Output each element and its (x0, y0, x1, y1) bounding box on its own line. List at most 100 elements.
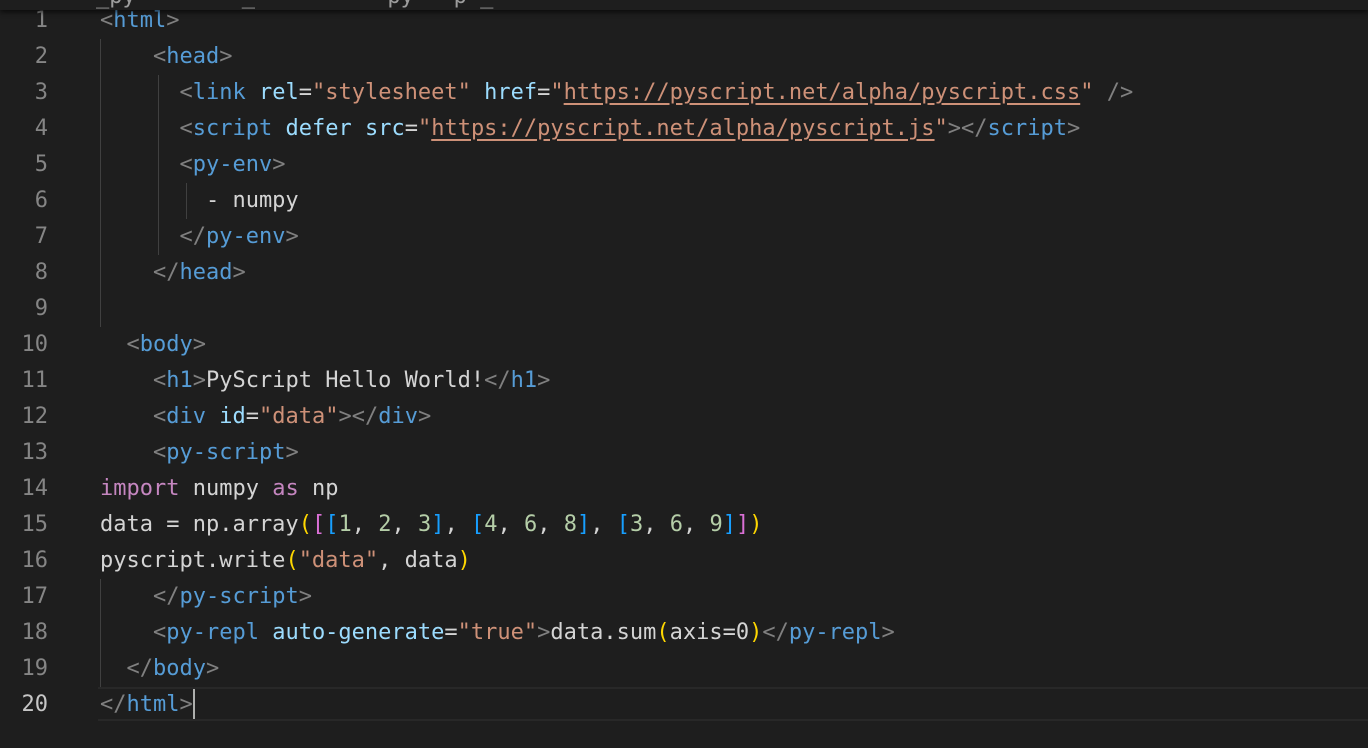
code-line-content: <script defer src="https://pyscript.net/… (100, 111, 1080, 147)
code-token: [ (325, 512, 339, 537)
code-token: = (298, 80, 312, 105)
code-token: PyScript Hello World! (205, 368, 485, 393)
line-number: 10 (21, 332, 49, 357)
code-token: ] (431, 512, 445, 537)
code-token: > (205, 656, 220, 681)
code-token: 2 (378, 512, 392, 537)
code-token: ) (749, 620, 763, 645)
code-token: ></ (947, 116, 988, 141)
code-token: ( (285, 548, 299, 573)
line-number: 11 (21, 368, 49, 393)
code-token: "data" (298, 548, 379, 573)
code-token: = (404, 116, 418, 141)
code-token: html (126, 692, 180, 717)
code-token: py-env (192, 152, 273, 177)
code-token: > (192, 332, 206, 357)
line-number: 17 (21, 584, 49, 609)
code-token: id (219, 404, 246, 429)
line-number: 5 (34, 152, 48, 177)
code-token: ] (735, 512, 750, 537)
code-token: pyscript.write (100, 548, 286, 573)
code-token: " (1080, 80, 1094, 105)
code-token: link (192, 80, 246, 105)
code-line-content: <py-repl auto-generate="true">data.sum(a… (100, 615, 895, 651)
code-token: [ (311, 512, 326, 537)
code-line-content: <head> (100, 39, 232, 75)
code-token: "stylesheet" (311, 80, 471, 105)
code-token: h1 (166, 368, 193, 393)
line-number: 8 (34, 260, 48, 285)
code-token: head (179, 260, 233, 285)
code-editor[interactable]: _py _ py p _ 1<html>2 <head>3 <link rel=… (0, 0, 1368, 748)
code-token: py-script (179, 584, 299, 609)
code-token: ( (298, 512, 312, 537)
code-token: div (378, 404, 418, 429)
code-token: data.sum (550, 620, 657, 645)
code-token: > (285, 224, 299, 249)
code-token: < (152, 404, 167, 429)
code-token: > (881, 620, 895, 645)
code-token: , (643, 512, 670, 537)
code-token: 3 (629, 512, 644, 537)
code-token: 4 (484, 512, 498, 537)
line-number: 12 (21, 404, 49, 429)
code-token: , (497, 512, 524, 537)
code-token: script (987, 116, 1068, 141)
code-token: py-env (205, 224, 286, 249)
code-token: numpy (179, 476, 273, 501)
code-token: script (192, 116, 273, 141)
line-number: 6 (34, 188, 48, 213)
code-token: " (417, 116, 432, 141)
code-token: </ (179, 224, 206, 249)
code-token: py-repl (788, 620, 882, 645)
line-number: 7 (34, 224, 48, 249)
code-token: h1 (510, 368, 538, 393)
code-token: > (417, 404, 432, 429)
code-token: html (113, 8, 167, 33)
code-token: auto-generate (272, 620, 445, 645)
code-token: > (537, 368, 551, 393)
code-token: < (152, 620, 167, 645)
code-token: > (232, 260, 246, 285)
code-token: </ (152, 260, 180, 285)
code-token: = (245, 404, 259, 429)
code-token: ></ (338, 404, 379, 429)
code-line-content: </html> (100, 687, 195, 723)
code-line-content: </py-script> (100, 579, 312, 615)
code-line-content: </head> (100, 255, 246, 291)
code-token: - numpy (100, 188, 299, 213)
code-token: > (166, 8, 180, 33)
code-token: ( (656, 620, 670, 645)
code-token: " (550, 80, 564, 105)
code-token: , (537, 512, 564, 537)
code-token: import (100, 476, 180, 501)
code-token: as (272, 476, 299, 501)
code-token: > (272, 152, 286, 177)
code-token: " (934, 116, 948, 141)
code-token: data = np.array (100, 512, 299, 537)
code-token: < (179, 152, 193, 177)
code-line-content: pyscript.write("data", data) (100, 543, 471, 579)
line-number: 19 (21, 656, 49, 681)
code-token: < (152, 44, 167, 69)
line-number: 16 (21, 548, 49, 573)
code-token: 3 (417, 512, 432, 537)
code-token: div (166, 404, 206, 429)
line-number: 18 (21, 620, 49, 645)
code-token: [ (616, 512, 630, 537)
code-line-content: <py-env> (100, 147, 285, 183)
code-token: > (192, 368, 206, 393)
